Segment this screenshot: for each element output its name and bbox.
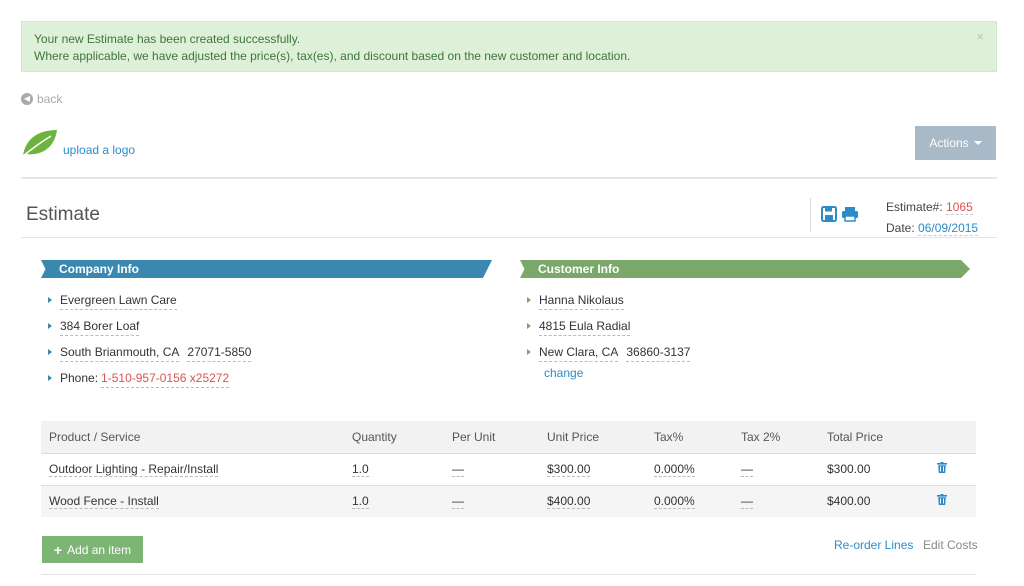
actions-label: Actions [929, 136, 969, 150]
bullet-icon [527, 297, 531, 303]
column-header: Tax 2% [741, 429, 781, 444]
unit-price-cell[interactable]: $400.00 [547, 494, 591, 510]
actions-button[interactable]: Actions [915, 126, 996, 160]
list-item: Phone: 1-510-957-0156 x25272 [48, 365, 251, 391]
bullet-icon [48, 375, 52, 381]
reorder-lines-link[interactable]: Re-order Lines [834, 538, 913, 552]
tax-cell[interactable]: 0.000% [654, 462, 695, 477]
customer-street[interactable]: 4815 Eula Radial [539, 317, 631, 336]
back-link[interactable]: ◀ back [21, 92, 62, 106]
phone-label: Phone: [60, 371, 99, 385]
estimate-number[interactable]: 1065 [946, 200, 973, 215]
plus-icon: + [53, 541, 63, 558]
company-street[interactable]: 384 Borer Loaf [60, 317, 140, 336]
customer-city[interactable]: New Clara, CA [539, 343, 619, 362]
estimate-date[interactable]: 06/09/2015 [918, 221, 979, 236]
trash-icon[interactable] [937, 462, 947, 473]
list-item: Hanna Nikolaus [527, 287, 690, 313]
column-header: Quantity [352, 429, 397, 444]
company-phone[interactable]: 1-510-957-0156 x25272 [101, 369, 230, 388]
customer-info: Hanna Nikolaus 4815 Eula Radial New Clar… [527, 287, 691, 365]
logo-area: upload a logo [21, 128, 135, 158]
tax2-cell[interactable]: — [741, 462, 753, 477]
bullet-icon [48, 349, 52, 355]
company-info-header: Company Info [41, 260, 492, 278]
bullet-icon [527, 349, 531, 355]
product-cell[interactable]: Outdoor Lighting - Repair/Install [49, 462, 219, 477]
quantity-cell[interactable]: 1.0 [352, 494, 369, 510]
divider [41, 574, 976, 575]
add-item-label: Add an item [67, 542, 132, 557]
per-unit-cell[interactable]: — [452, 494, 464, 510]
alert-message-line2: Where applicable, we have adjusted the p… [34, 49, 631, 63]
change-customer-link[interactable]: change [544, 366, 583, 380]
close-icon[interactable]: × [976, 28, 984, 45]
caret-down-icon [973, 141, 982, 145]
list-item: South Brianmouth, CA 27071-5850 [48, 339, 252, 365]
edit-costs-link[interactable]: Edit Costs [923, 538, 978, 552]
success-alert: Your new Estimate has been created succe… [21, 21, 997, 72]
column-header [929, 421, 976, 453]
leaf-logo-icon[interactable] [21, 128, 59, 158]
table-row: Outdoor Lighting - Repair/Install 1.0 — … [41, 453, 976, 485]
column-header: Total Price [827, 429, 884, 444]
save-icon[interactable] [821, 206, 837, 222]
list-item: New Clara, CA 36860-3137 [527, 339, 691, 365]
customer-zip[interactable]: 36860-3137 [626, 343, 691, 362]
column-header: Unit Price [547, 429, 600, 444]
divider [810, 198, 811, 232]
back-label: back [37, 92, 63, 106]
list-item: 4815 Eula Radial [527, 313, 690, 339]
upload-logo-link[interactable]: upload a logo [63, 143, 135, 157]
estimate-date-label: Date: [886, 221, 915, 235]
total-price-cell: $400.00 [827, 494, 871, 509]
print-icon[interactable] [841, 206, 859, 222]
list-item: 384 Borer Loaf [48, 313, 251, 339]
trash-icon[interactable] [937, 494, 947, 506]
column-header: Tax% [654, 429, 684, 444]
quantity-cell[interactable]: 1.0 [352, 462, 369, 477]
bullet-icon [48, 323, 52, 329]
table-header-row: Product / Service Quantity Per Unit Unit… [41, 421, 976, 453]
estimate-meta: Estimate#: 1065 Date: 06/09/2015 [886, 197, 979, 239]
per-unit-cell[interactable]: — [452, 462, 464, 477]
estimate-number-label: Estimate#: [886, 200, 943, 214]
company-city[interactable]: South Brianmouth, CA [60, 343, 180, 362]
total-price-cell: $300.00 [827, 462, 871, 476]
alert-message-line1: Your new Estimate has been created succe… [34, 32, 301, 46]
product-cell[interactable]: Wood Fence - Install [49, 494, 159, 510]
bullet-icon [48, 297, 52, 303]
list-item: Evergreen Lawn Care [48, 287, 251, 313]
company-zip[interactable]: 27071-5850 [187, 343, 252, 362]
page-title: Estimate [26, 204, 100, 225]
company-name[interactable]: Evergreen Lawn Care [60, 291, 177, 310]
unit-price-cell[interactable]: $300.00 [547, 462, 591, 477]
company-info: Evergreen Lawn Care 384 Borer Loaf South… [48, 287, 252, 391]
customer-name[interactable]: Hanna Nikolaus [539, 291, 624, 310]
add-item-button[interactable]: + Add an item [42, 536, 143, 563]
document-tools [821, 206, 859, 222]
back-icon: ◀ [21, 93, 33, 105]
customer-info-header: Customer Info [520, 260, 970, 278]
column-header: Per Unit [452, 429, 496, 444]
divider [21, 177, 997, 179]
tax-cell[interactable]: 0.000% [654, 494, 695, 510]
bullet-icon [527, 323, 531, 329]
column-header: Product / Service [49, 429, 141, 444]
tax2-cell[interactable]: — [741, 494, 753, 510]
table-row: Wood Fence - Install 1.0 — $400.00 0.000… [41, 485, 976, 517]
line-items-table: Product / Service Quantity Per Unit Unit… [41, 421, 976, 517]
divider [21, 237, 997, 238]
